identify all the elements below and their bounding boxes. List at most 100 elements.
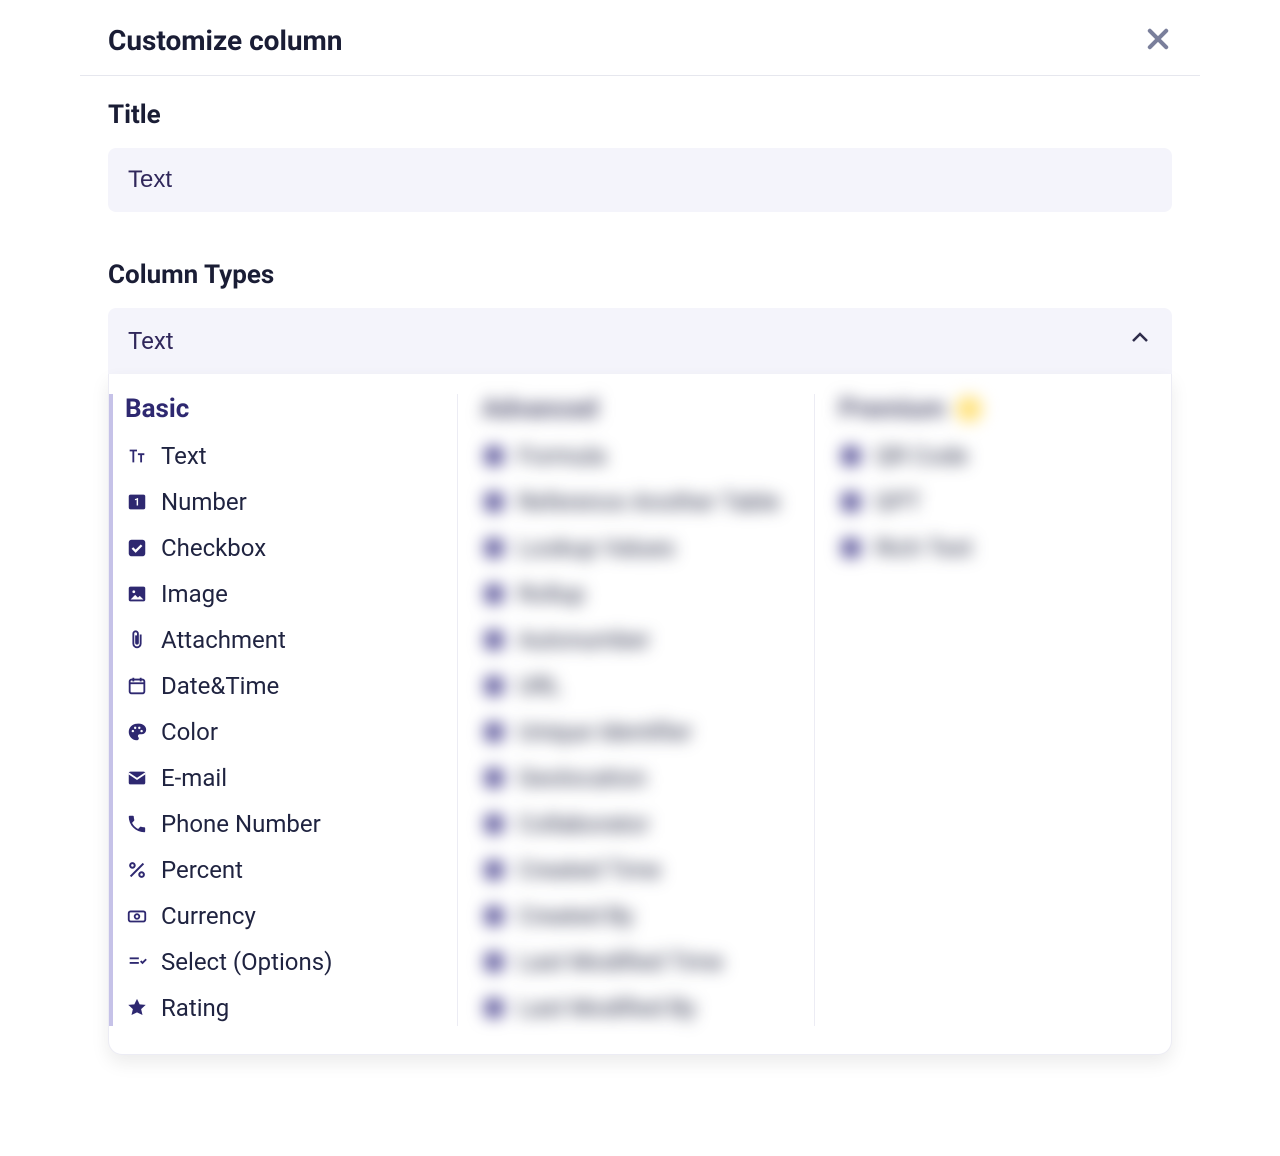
rating-icon — [125, 996, 149, 1020]
type-label: Rich Text — [875, 534, 973, 562]
type-advanced-item: Rollup — [482, 576, 790, 612]
type-number[interactable]: 1 Number — [125, 484, 433, 520]
generic-icon — [482, 720, 506, 744]
generic-icon — [482, 628, 506, 652]
type-advanced-item: Unique Identifier — [482, 714, 790, 750]
generic-icon — [482, 996, 506, 1020]
type-label: Unique Identifier — [518, 718, 692, 746]
generic-icon — [482, 444, 506, 468]
phone-icon — [125, 812, 149, 836]
generic-icon — [482, 858, 506, 882]
type-advanced-item: Formula — [482, 438, 790, 474]
type-advanced-item: Lookup Values — [482, 530, 790, 566]
group-basic-title: Basic — [125, 394, 433, 424]
type-text[interactable]: Text — [125, 438, 433, 474]
type-label: Number — [161, 488, 247, 516]
type-label: Percent — [161, 856, 243, 884]
type-advanced-item: Last Modified By — [482, 990, 790, 1026]
type-label: GPT — [875, 488, 921, 516]
email-icon — [125, 766, 149, 790]
generic-icon — [482, 490, 506, 514]
type-label: Autonumber — [518, 626, 650, 654]
generic-icon — [839, 536, 863, 560]
select-icon — [125, 950, 149, 974]
type-label: Image — [161, 580, 228, 608]
generic-icon — [482, 950, 506, 974]
advanced-type-list: Formula Reference Another Table Lookup V… — [482, 438, 790, 1026]
type-label: Created Time — [518, 856, 661, 884]
dialog-header: Customize column — [80, 24, 1200, 76]
column-type-dropdown[interactable]: Text — [108, 308, 1172, 374]
generic-icon — [839, 444, 863, 468]
generic-icon — [482, 582, 506, 606]
type-label: E-mail — [161, 764, 227, 792]
group-premium: Premium QR Code GPT Rich Text — [815, 394, 1171, 1026]
type-percent[interactable]: Percent — [125, 852, 433, 888]
basic-type-list: Text 1 Number Checkbox — [125, 438, 433, 1026]
type-email[interactable]: E-mail — [125, 760, 433, 796]
type-label: Currency — [161, 902, 256, 930]
customize-column-dialog: Customize column Title Column Types Text… — [80, 0, 1200, 1055]
column-types-label: Column Types — [108, 260, 1172, 290]
type-advanced-item: Reference Another Table — [482, 484, 790, 520]
generic-icon — [482, 812, 506, 836]
type-image[interactable]: Image — [125, 576, 433, 612]
type-label: Collaborator — [518, 810, 649, 838]
premium-type-list: QR Code GPT Rich Text — [839, 438, 1147, 566]
type-label: Created By — [518, 902, 634, 930]
group-premium-title-text: Premium — [839, 394, 946, 424]
premium-badge-icon — [956, 396, 982, 422]
attachment-icon — [125, 628, 149, 652]
type-label: Select (Options) — [161, 948, 332, 976]
group-premium-title: Premium — [839, 394, 1147, 424]
color-icon — [125, 720, 149, 744]
type-advanced-item: Last Modified Time — [482, 944, 790, 980]
type-advanced-item: Geolocation — [482, 760, 790, 796]
type-label: URL — [518, 672, 561, 700]
type-label: Date&Time — [161, 672, 279, 700]
image-icon — [125, 582, 149, 606]
type-select[interactable]: Select (Options) — [125, 944, 433, 980]
title-section: Title — [80, 76, 1200, 212]
svg-text:1: 1 — [134, 498, 140, 509]
divider — [457, 394, 458, 1026]
generic-icon — [482, 766, 506, 790]
percent-icon — [125, 858, 149, 882]
column-types-section: Column Types Text Basic Text — [80, 212, 1200, 1055]
type-currency[interactable]: Currency — [125, 898, 433, 934]
type-datetime[interactable]: Date&Time — [125, 668, 433, 704]
checkbox-icon — [125, 536, 149, 560]
dialog-title: Customize column — [108, 24, 343, 57]
type-label: Last Modified Time — [518, 948, 723, 976]
number-icon: 1 — [125, 490, 149, 514]
type-advanced-item: Created By — [482, 898, 790, 934]
group-advanced: Advanced Formula Reference Another Table… — [458, 394, 814, 1026]
type-label: Color — [161, 718, 218, 746]
type-color[interactable]: Color — [125, 714, 433, 750]
close-icon — [1144, 25, 1172, 57]
group-advanced-title: Advanced — [482, 394, 790, 424]
type-label: Rating — [161, 994, 229, 1022]
close-button[interactable] — [1144, 25, 1172, 57]
type-label: QR Code — [875, 442, 968, 470]
divider — [814, 394, 815, 1026]
type-phone[interactable]: Phone Number — [125, 806, 433, 842]
type-advanced-item: Created Time — [482, 852, 790, 888]
type-advanced-item: Collaborator — [482, 806, 790, 842]
type-label: Last Modified By — [518, 994, 696, 1022]
generic-icon — [839, 490, 863, 514]
text-icon — [125, 444, 149, 468]
column-type-panel: Basic Text 1 Number — [108, 374, 1172, 1055]
chevron-up-icon — [1128, 326, 1152, 356]
column-type-selected: Text — [128, 327, 174, 355]
type-attachment[interactable]: Attachment — [125, 622, 433, 658]
title-input[interactable] — [108, 148, 1172, 212]
group-basic: Basic Text 1 Number — [109, 394, 457, 1026]
type-rating[interactable]: Rating — [125, 990, 433, 1026]
type-label: Attachment — [161, 626, 286, 654]
type-checkbox[interactable]: Checkbox — [125, 530, 433, 566]
type-label: Formula — [518, 442, 606, 470]
type-premium-item: Rich Text — [839, 530, 1147, 566]
title-label: Title — [108, 100, 1172, 130]
generic-icon — [482, 536, 506, 560]
